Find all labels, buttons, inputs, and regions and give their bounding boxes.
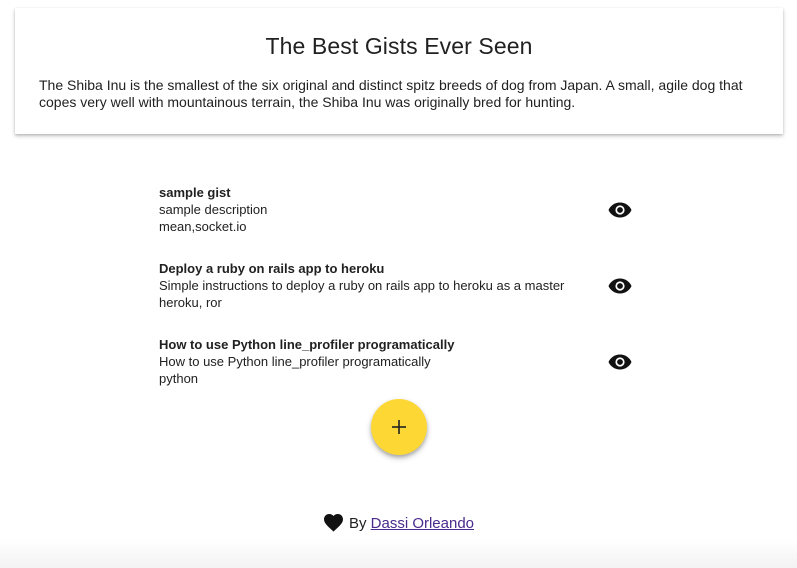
heart-icon [323, 514, 343, 532]
gist-title: How to use Python line_profiler programa… [159, 337, 455, 352]
author-link[interactable]: Dassi Orleando [371, 515, 474, 532]
plus-icon [392, 420, 406, 434]
gist-text: Deploy a ruby on rails app to heroku Sim… [159, 260, 639, 311]
page-description: The Shiba Inu is the smallest of the six… [39, 77, 743, 110]
add-gist-button[interactable] [371, 399, 427, 455]
gist-tags: python [159, 371, 199, 386]
eye-icon [608, 278, 632, 294]
eye-icon [608, 354, 632, 370]
view-gist-button[interactable] [607, 199, 633, 221]
gist-tags: mean,socket.io [159, 219, 247, 234]
page-title: The Best Gists Ever Seen [265, 33, 533, 59]
gist-description: Simple instructions to deploy a ruby on … [159, 278, 565, 293]
gist-description: sample description [159, 202, 268, 217]
gist-tags: heroku, ror [159, 295, 222, 310]
header-card: The Best Gists Ever Seen The Shiba Inu i… [15, 8, 783, 134]
gist-title: Deploy a ruby on rails app to heroku [159, 261, 385, 276]
gist-list: sample gist sample description mean,sock… [159, 184, 639, 412]
footer: By Dassi Orleando [0, 513, 797, 532]
view-gist-button[interactable] [607, 275, 633, 297]
gist-description: How to use Python line_profiler programa… [159, 354, 431, 369]
footer-by-text: By [348, 515, 367, 532]
page: The Best Gists Ever Seen The Shiba Inu i… [0, 0, 797, 568]
eye-icon [608, 202, 632, 218]
list-item: sample gist sample description mean,sock… [159, 184, 639, 260]
list-item: Deploy a ruby on rails app to heroku Sim… [159, 260, 639, 336]
view-gist-button[interactable] [607, 351, 633, 373]
gist-title: sample gist [159, 185, 231, 200]
gist-text: How to use Python line_profiler programa… [159, 336, 639, 387]
gist-text: sample gist sample description mean,sock… [159, 184, 639, 235]
